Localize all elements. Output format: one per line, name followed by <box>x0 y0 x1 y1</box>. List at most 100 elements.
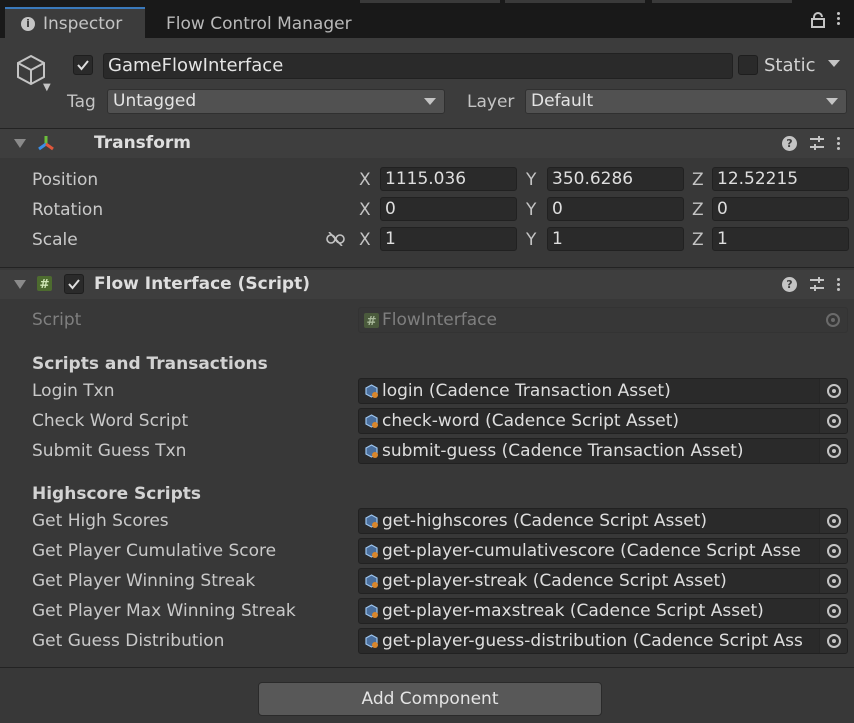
submit-guess-txn-value: submit-guess (Cadence Transaction Asset) <box>382 441 744 461</box>
component-menu-icon[interactable] <box>837 277 840 291</box>
transform-header[interactable]: Transform ? <box>0 129 854 158</box>
chevron-down-icon <box>424 98 436 105</box>
lock-icon[interactable] <box>811 12 825 28</box>
object-picker-icon[interactable] <box>819 409 847 433</box>
gameobject-header: ▼ GameFlowInterface Static Tag Untagged … <box>0 38 854 128</box>
layer-label: Layer <box>467 92 515 112</box>
get-player-cumulative-score-value: get-player-cumulativescore (Cadence Scri… <box>382 541 801 561</box>
presets-icon[interactable] <box>809 276 825 292</box>
position-label: Position <box>32 170 99 190</box>
help-icon[interactable]: ? <box>782 276 797 292</box>
axis-x-label[interactable]: X <box>359 200 371 220</box>
rotation-z-field[interactable]: 0 <box>712 197 849 221</box>
object-picker-icon[interactable] <box>819 539 847 563</box>
object-picker-icon[interactable] <box>819 379 847 403</box>
asset-icon <box>365 544 378 558</box>
tab-strip-segment <box>505 0 645 3</box>
script-icon: # <box>37 276 52 291</box>
tag-label: Tag <box>67 92 96 112</box>
divider <box>0 267 854 268</box>
position-z-field[interactable]: 12.52215 <box>712 167 849 191</box>
axis-x-label[interactable]: X <box>359 230 371 250</box>
get-guess-distribution-field[interactable]: get-player-guess-distribution (Cadence S… <box>358 628 848 654</box>
object-picker-icon[interactable] <box>819 569 847 593</box>
position-x-field[interactable]: 1115.036 <box>380 167 517 191</box>
get-player-cumulative-score-label: Get Player Cumulative Score <box>32 541 277 561</box>
get-high-scores-value: get-highscores (Cadence Script Asset) <box>382 511 708 531</box>
get-player-winning-streak-field[interactable]: get-player-streak (Cadence Script Asset) <box>358 568 848 594</box>
asset-icon <box>365 514 378 528</box>
asset-icon <box>365 444 378 458</box>
get-guess-distribution-value: get-player-guess-distribution (Cadence S… <box>382 631 803 651</box>
rotation-y-field[interactable]: 0 <box>547 197 684 221</box>
tab-flow-control-label: Flow Control Manager <box>166 13 352 34</box>
icon-dropdown-arrow-icon[interactable]: ▼ <box>43 82 51 93</box>
get-player-max-winning-streak-value: get-player-maxstreak (Cadence Script Ass… <box>382 601 764 621</box>
submit-guess-txn-field[interactable]: submit-guess (Cadence Transaction Asset) <box>358 438 848 464</box>
axis-z-label[interactable]: Z <box>692 230 704 250</box>
object-picker-icon[interactable] <box>819 509 847 533</box>
foldout-arrow-icon[interactable] <box>14 280 26 289</box>
divider <box>0 667 854 668</box>
script-label: Script <box>32 310 82 330</box>
position-y-field[interactable]: 350.6286 <box>547 167 684 191</box>
object-picker-icon <box>819 308 847 332</box>
tab-inspector-label: Inspector <box>43 13 123 34</box>
flow-interface-title: Flow Interface (Script) <box>94 274 310 294</box>
axis-y-label[interactable]: Y <box>526 200 536 220</box>
static-label: Static <box>764 55 816 76</box>
script-field: # FlowInterface <box>358 307 848 333</box>
get-high-scores-field[interactable]: get-highscores (Cadence Script Asset) <box>358 508 848 534</box>
get-player-max-winning-streak-label: Get Player Max Winning Streak <box>32 601 296 621</box>
chevron-down-icon <box>826 98 838 105</box>
axis-y-label[interactable]: Y <box>526 170 536 190</box>
get-player-max-winning-streak-field[interactable]: get-player-maxstreak (Cadence Script Ass… <box>358 598 848 624</box>
get-guess-distribution-label: Get Guess Distribution <box>32 631 225 651</box>
check-word-script-label: Check Word Script <box>32 411 189 431</box>
asset-icon <box>365 384 378 398</box>
object-picker-icon[interactable] <box>819 629 847 653</box>
login-txn-field[interactable]: login (Cadence Transaction Asset) <box>358 378 848 404</box>
flow-interface-header[interactable]: # Flow Interface (Script) ? <box>0 270 854 299</box>
axis-z-label[interactable]: Z <box>692 170 704 190</box>
section-scripts-and-transactions: Scripts and Transactions <box>32 354 268 374</box>
axis-z-label[interactable]: Z <box>692 200 704 220</box>
component-enabled-checkbox[interactable] <box>64 274 84 294</box>
active-checkbox[interactable] <box>73 55 93 75</box>
rotation-x-field[interactable]: 0 <box>380 197 517 221</box>
scale-y-field[interactable]: 1 <box>547 227 684 251</box>
checkmark-icon <box>77 60 89 71</box>
scale-z-field[interactable]: 1 <box>712 227 849 251</box>
get-player-winning-streak-label: Get Player Winning Streak <box>32 571 256 591</box>
constrain-proportions-icon[interactable] <box>326 232 345 246</box>
add-component-button[interactable]: Add Component <box>258 682 602 716</box>
presets-icon[interactable] <box>809 135 825 151</box>
tag-dropdown[interactable]: Untagged <box>107 89 445 114</box>
static-checkbox[interactable] <box>738 55 758 75</box>
asset-icon <box>365 604 378 618</box>
layer-value: Default <box>531 91 594 111</box>
asset-icon <box>365 574 378 588</box>
tab-flow-control-manager[interactable]: Flow Control Manager <box>150 9 360 38</box>
foldout-arrow-icon[interactable] <box>14 139 26 148</box>
object-picker-icon[interactable] <box>819 439 847 463</box>
gameobject-name-field[interactable]: GameFlowInterface <box>103 53 733 79</box>
layer-dropdown[interactable]: Default <box>525 89 847 114</box>
get-player-cumulative-score-field[interactable]: get-player-cumulativescore (Cadence Scri… <box>358 538 848 564</box>
object-picker-icon[interactable] <box>819 599 847 623</box>
tab-menu-icon[interactable] <box>837 12 840 28</box>
static-dropdown-icon[interactable] <box>828 60 840 67</box>
axis-x-label[interactable]: X <box>359 170 371 190</box>
login-txn-value: login (Cadence Transaction Asset) <box>382 381 671 401</box>
rotation-label: Rotation <box>32 200 104 220</box>
component-menu-icon[interactable] <box>837 136 840 150</box>
axis-y-label[interactable]: Y <box>526 230 536 250</box>
check-word-script-field[interactable]: check-word (Cadence Script Asset) <box>358 408 848 434</box>
tab-inspector[interactable]: i Inspector <box>5 7 145 38</box>
info-icon: i <box>21 16 35 31</box>
tab-strip-segment <box>652 0 792 3</box>
scale-x-field[interactable]: 1 <box>380 227 517 251</box>
help-icon[interactable]: ? <box>782 135 797 151</box>
check-word-script-value: check-word (Cadence Script Asset) <box>382 411 680 431</box>
submit-guess-txn-label: Submit Guess Txn <box>32 441 187 461</box>
